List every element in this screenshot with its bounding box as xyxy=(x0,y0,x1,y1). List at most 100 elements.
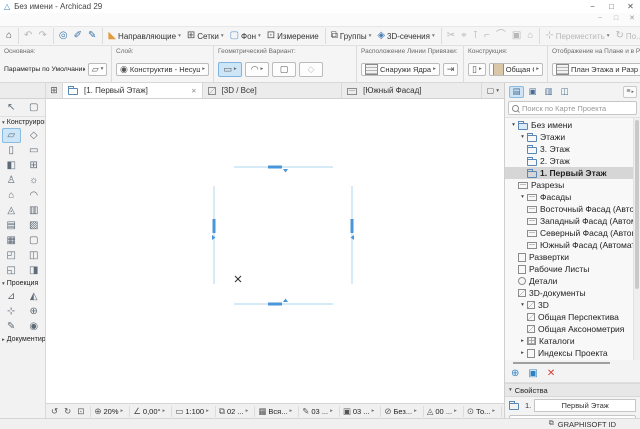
new-item-button[interactable]: ⊕ xyxy=(511,366,519,382)
scrollbar-thumb[interactable] xyxy=(635,120,639,290)
tree-expander-icon[interactable]: ▾ xyxy=(518,134,527,140)
view-map-tab[interactable]: ▣ xyxy=(525,86,540,98)
wall-default-settings-button[interactable]: ▱ ▾ xyxy=(87,62,107,76)
menu-edit[interactable] xyxy=(10,13,20,26)
tab-overview-button[interactable]: ⊞ xyxy=(46,83,63,98)
railing-tool[interactable]: ▨ xyxy=(25,218,44,233)
tree-schedules[interactable]: ▸ Каталоги xyxy=(505,335,634,347)
settings-button[interactable]: ▣ xyxy=(528,366,537,382)
tree-elevations[interactable]: ▾ Фасады xyxy=(505,191,634,203)
tree-worksheets[interactable]: Рабочие Листы xyxy=(505,263,634,275)
lamp-tool[interactable]: ☼ xyxy=(25,173,44,188)
publisher-tab[interactable]: ◫ xyxy=(557,86,572,98)
tree-expander-icon[interactable]: ▸ xyxy=(518,338,527,344)
tree-project-indexes[interactable]: ▸ Индексы Проекта xyxy=(505,347,634,359)
corner-window-tool[interactable]: ◱ xyxy=(2,263,21,278)
offset-button[interactable]: ⌂ xyxy=(524,28,536,44)
interior-elevation-tool[interactable]: ⊹ xyxy=(2,304,21,319)
adjust-button[interactable]: ⌖ xyxy=(458,28,470,44)
grids-button[interactable]: ⊞ Сетки ▾ xyxy=(184,28,227,44)
tree-scrollbar[interactable] xyxy=(633,118,640,360)
section-tool[interactable]: ⊿ xyxy=(2,289,21,304)
tree-sections[interactable]: Разрезы xyxy=(505,179,634,191)
camera-tool[interactable]: ◉ xyxy=(25,319,44,334)
geometry-curved-button[interactable]: ◠ ▸ xyxy=(245,61,269,77)
toolbox-section-construction[interactable]: ▾ Конструирование xyxy=(0,117,45,128)
stair-tool[interactable]: ▤ xyxy=(2,218,21,233)
door-tool[interactable]: ◧ xyxy=(2,158,21,173)
project-map-tab[interactable]: ▤ xyxy=(509,85,524,98)
tree-perspective[interactable]: Общая Перспектива xyxy=(505,311,634,323)
column-tool[interactable]: ▯ xyxy=(2,143,21,158)
search-input[interactable] xyxy=(522,103,633,113)
tab-first-floor[interactable]: [1. Первый Этаж] ✕ xyxy=(63,83,203,98)
mesh-tool[interactable]: ▦ xyxy=(2,233,21,248)
tab-south-elevation[interactable]: [Южный Фасад] xyxy=(342,83,482,98)
tree-story-1[interactable]: 1. Первый Этаж xyxy=(505,167,634,179)
close-button[interactable]: ✕ xyxy=(621,0,640,13)
morph-tool[interactable]: ◬ xyxy=(2,203,21,218)
3d-sections-button[interactable]: ◈ 3D-сечения ▾ xyxy=(374,28,437,44)
undo-button[interactable]: ↶ xyxy=(18,28,35,44)
doc-close-button[interactable]: ✕ xyxy=(624,13,640,26)
navigator-menu-button[interactable]: ≡ ▸ xyxy=(623,85,637,98)
geometry-straight-button[interactable]: ▭ ▸ xyxy=(218,61,242,77)
home-button[interactable]: ⌂ xyxy=(3,28,15,44)
tree-3d[interactable]: ▾ 3D xyxy=(505,299,634,311)
maximize-button[interactable]: □ xyxy=(602,0,621,13)
tab-close-button[interactable]: ✕ xyxy=(191,87,196,95)
tree-elev-east[interactable]: Восточный Фасад (Автоматич xyxy=(505,203,634,215)
object-tool[interactable]: ♙ xyxy=(2,173,21,188)
tree-story-3[interactable]: 3. Этаж xyxy=(505,143,634,155)
roof-tool[interactable]: ⌂ xyxy=(2,188,21,203)
tree-expander-icon[interactable]: ▾ xyxy=(518,194,527,200)
navigator-splitter[interactable] xyxy=(505,360,640,366)
tree-details[interactable]: Детали xyxy=(505,275,634,287)
geometry-chained-button[interactable]: ▢ xyxy=(272,61,296,77)
shell-tool[interactable]: ◠ xyxy=(25,188,44,203)
tree-story-2[interactable]: 2. Этаж xyxy=(505,155,634,167)
background-button[interactable]: ▢ Фон ▾ xyxy=(227,28,264,44)
find-select-button[interactable]: ◎ xyxy=(52,28,71,44)
tree-elev-north[interactable]: Северный Фасад (Автоматиче xyxy=(505,227,634,239)
tree-3d-documents[interactable]: 3D-документы xyxy=(505,287,634,299)
story-name-field[interactable]: Первый Этаж xyxy=(534,399,636,412)
doc-minimize-button[interactable]: − xyxy=(592,13,608,26)
window-tool[interactable]: ⊞ xyxy=(25,158,44,173)
menu-file[interactable] xyxy=(0,13,10,26)
tree-project[interactable]: ▾ Без имени xyxy=(505,119,634,131)
trim-button[interactable]: ⊺ xyxy=(470,28,481,44)
composite-select-button[interactable]: Общая Стена/... ▸ xyxy=(488,62,543,76)
menu-teamwork[interactable] xyxy=(60,13,70,26)
tree-interior-elevations[interactable]: Развертки xyxy=(505,251,634,263)
curtain-wall-tool[interactable]: ▥ xyxy=(25,203,44,218)
menu-document[interactable] xyxy=(40,13,50,26)
doc-restore-button[interactable]: □ xyxy=(608,13,624,26)
navigator-search[interactable] xyxy=(508,101,637,115)
opening-tool[interactable]: ◰ xyxy=(2,248,21,263)
tree-elev-west[interactable]: Западный Фасад (Автоматиче xyxy=(505,215,634,227)
worksheet-tool[interactable]: ✎ xyxy=(2,319,21,334)
marquee-tool[interactable]: ▢ xyxy=(25,100,44,115)
wall-end-tool[interactable]: ◨ xyxy=(25,263,44,278)
tree-expander-icon[interactable]: ▾ xyxy=(509,122,518,128)
measure-button[interactable]: ⊡ Измерение xyxy=(264,28,322,44)
menu-view[interactable] xyxy=(20,13,30,26)
floor-plan-display-button[interactable]: План Этажа и Разрез... ▸ xyxy=(552,62,640,76)
skylight-tool[interactable]: ◫ xyxy=(25,248,44,263)
properties-header[interactable]: ▾ Свойства xyxy=(505,383,640,397)
reference-line-button[interactable]: Снаружи Ядра ▸ xyxy=(361,62,440,76)
new-tab-button[interactable]: ▢ ▾ xyxy=(482,83,504,98)
move-button[interactable]: ⊹ Переместить ▾ xyxy=(539,28,612,44)
zone-tool[interactable]: ▢ xyxy=(25,233,44,248)
slab-tool[interactable]: ◇ xyxy=(25,128,44,143)
menu-options[interactable] xyxy=(50,13,60,26)
geometry-rectangle-button[interactable]: ◇ xyxy=(299,61,323,77)
rotate-button[interactable]: ↻ По... xyxy=(612,28,640,44)
tree-expander-icon[interactable]: ▾ xyxy=(518,302,527,308)
intersect-button[interactable]: ⌐ xyxy=(481,28,493,44)
toolbox-section-projection[interactable]: ▾ Проекция xyxy=(0,278,45,289)
tab-3d-all[interactable]: [3D / Все] xyxy=(203,83,343,98)
fillet-button[interactable]: ⌒ xyxy=(493,28,509,44)
structure-method-button[interactable]: ▯ ▸ xyxy=(468,62,486,76)
